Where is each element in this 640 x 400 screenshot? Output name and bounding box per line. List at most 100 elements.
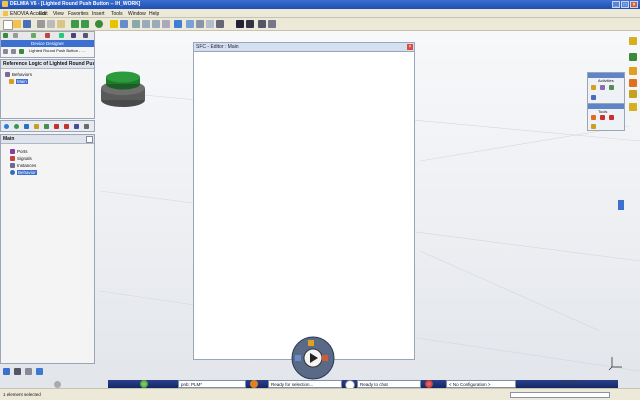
menu-tools[interactable]: Tools bbox=[111, 11, 123, 17]
push-button-model[interactable] bbox=[98, 70, 148, 112]
chat-icon[interactable] bbox=[250, 380, 258, 388]
activities-title: Activities bbox=[598, 78, 614, 83]
new-icon[interactable] bbox=[3, 20, 13, 30]
menu-edit[interactable]: Edit bbox=[39, 11, 48, 17]
nav-forward-icon[interactable] bbox=[11, 48, 16, 54]
activity-icon[interactable] bbox=[600, 85, 605, 90]
tool-icon[interactable] bbox=[71, 33, 76, 38]
bottom-left-toolbar bbox=[1, 366, 61, 378]
activity-icon[interactable] bbox=[609, 85, 614, 90]
expand-right-arrow-icon[interactable] bbox=[618, 200, 624, 210]
workbench-icon[interactable] bbox=[3, 33, 8, 38]
menu-view[interactable]: View bbox=[53, 11, 64, 17]
tool-icon[interactable] bbox=[629, 90, 637, 98]
pan-icon[interactable] bbox=[120, 20, 128, 28]
tool-icon[interactable] bbox=[629, 67, 637, 75]
rotate-icon[interactable] bbox=[132, 20, 140, 28]
tool-icon[interactable] bbox=[25, 368, 32, 375]
iso-view-icon[interactable] bbox=[174, 20, 182, 28]
redo-icon[interactable] bbox=[81, 20, 89, 28]
user-field[interactable]: pnb: PLM* bbox=[178, 380, 246, 388]
tool-icon[interactable] bbox=[84, 124, 89, 129]
copy-icon[interactable] bbox=[47, 20, 55, 28]
menu-window[interactable]: Window bbox=[128, 11, 146, 17]
tool-icon[interactable] bbox=[54, 124, 59, 129]
compass-icon[interactable] bbox=[268, 20, 276, 28]
globe-icon[interactable] bbox=[95, 20, 103, 28]
normal-view-icon[interactable] bbox=[162, 20, 170, 28]
panel-close-icon[interactable] bbox=[86, 136, 93, 143]
tool-icon[interactable] bbox=[44, 124, 49, 129]
close-button[interactable]: × bbox=[630, 1, 638, 8]
tool-icon[interactable] bbox=[74, 124, 79, 129]
tree-item-behavior[interactable]: Behavior bbox=[10, 170, 37, 176]
tool-icon[interactable] bbox=[629, 103, 637, 111]
tree-item-main[interactable]: Main bbox=[9, 79, 28, 85]
tree-item-signals[interactable]: Signals bbox=[10, 156, 32, 162]
reference-logic-title: Reference Logic of Lighted Round Push B bbox=[1, 60, 94, 69]
fly-mode-icon[interactable] bbox=[110, 20, 118, 28]
tool-icon[interactable] bbox=[34, 124, 39, 129]
tree-label: Signals bbox=[17, 156, 32, 161]
tool-icon[interactable] bbox=[13, 33, 18, 38]
maximize-button[interactable]: □ bbox=[621, 1, 629, 8]
tool-icon[interactable] bbox=[3, 368, 10, 375]
ports-icon bbox=[10, 149, 15, 155]
selection-field[interactable]: Ready for selection... bbox=[268, 380, 342, 388]
device-designer-label[interactable]: Device Designer bbox=[1, 40, 94, 47]
tool-icon[interactable] bbox=[64, 124, 69, 129]
tool-icon[interactable] bbox=[14, 124, 19, 129]
tool-icon[interactable] bbox=[59, 33, 64, 38]
tool-icon[interactable] bbox=[45, 33, 50, 38]
grid-icon[interactable] bbox=[236, 20, 244, 28]
table-icon[interactable] bbox=[258, 20, 266, 28]
menu-favorites[interactable]: Favorites bbox=[68, 11, 89, 17]
compass-left-icon bbox=[295, 355, 301, 361]
circle-icon[interactable] bbox=[54, 381, 61, 388]
minimize-button[interactable]: _ bbox=[612, 1, 620, 8]
sfc-editor-window[interactable]: SFC - Editor : Main × bbox=[193, 42, 415, 360]
undo-icon[interactable] bbox=[71, 20, 79, 28]
tool-icon[interactable] bbox=[629, 79, 637, 87]
swap-visible-icon[interactable] bbox=[206, 20, 214, 28]
alert-icon[interactable] bbox=[425, 380, 433, 388]
hide-show-icon[interactable] bbox=[196, 20, 204, 28]
open-icon[interactable] bbox=[13, 20, 21, 28]
tool-icon[interactable] bbox=[24, 124, 29, 129]
tool-icon[interactable] bbox=[591, 115, 596, 120]
tool-icon[interactable] bbox=[629, 37, 637, 45]
shading-icon[interactable] bbox=[186, 20, 194, 28]
tool-icon[interactable] bbox=[629, 53, 637, 61]
paste-icon[interactable] bbox=[57, 20, 65, 28]
zoom-out-icon[interactable] bbox=[152, 20, 160, 28]
layout-icon[interactable] bbox=[246, 20, 254, 28]
tool-icon[interactable] bbox=[591, 124, 596, 129]
tree-item-behaviors[interactable]: Behaviors bbox=[5, 72, 32, 78]
tool-icon[interactable] bbox=[31, 33, 36, 38]
tool-icon[interactable] bbox=[4, 124, 9, 129]
activity-icon[interactable] bbox=[591, 85, 596, 90]
tool-icon[interactable] bbox=[609, 115, 614, 120]
menu-help[interactable]: Help bbox=[149, 11, 159, 17]
close-icon[interactable]: × bbox=[407, 44, 413, 50]
command-input[interactable] bbox=[510, 392, 610, 398]
tools-panel: Tools bbox=[587, 103, 625, 131]
status-green-icon[interactable] bbox=[140, 380, 148, 388]
activity-icon[interactable] bbox=[591, 95, 596, 100]
tree-item-ports[interactable]: Ports bbox=[10, 149, 28, 155]
tree-item-instances[interactable]: Instances bbox=[10, 163, 36, 169]
tool-icon[interactable] bbox=[600, 115, 605, 120]
tool-icon[interactable] bbox=[36, 368, 43, 375]
configuration-field[interactable]: < No Configuration > bbox=[446, 380, 516, 388]
save-icon[interactable] bbox=[23, 20, 31, 28]
zoom-in-icon[interactable] bbox=[142, 20, 150, 28]
cut-icon[interactable] bbox=[37, 20, 45, 28]
tools-title: Tools bbox=[598, 109, 608, 114]
chat-field[interactable]: Ready to chat bbox=[357, 380, 421, 388]
multi-view-icon[interactable] bbox=[216, 20, 224, 28]
nav-back-icon[interactable] bbox=[3, 48, 8, 54]
tool-icon[interactable] bbox=[83, 33, 88, 38]
tool-icon[interactable] bbox=[14, 368, 21, 375]
compass-play-widget[interactable] bbox=[290, 335, 336, 381]
menu-insert[interactable]: Insert bbox=[92, 11, 105, 17]
